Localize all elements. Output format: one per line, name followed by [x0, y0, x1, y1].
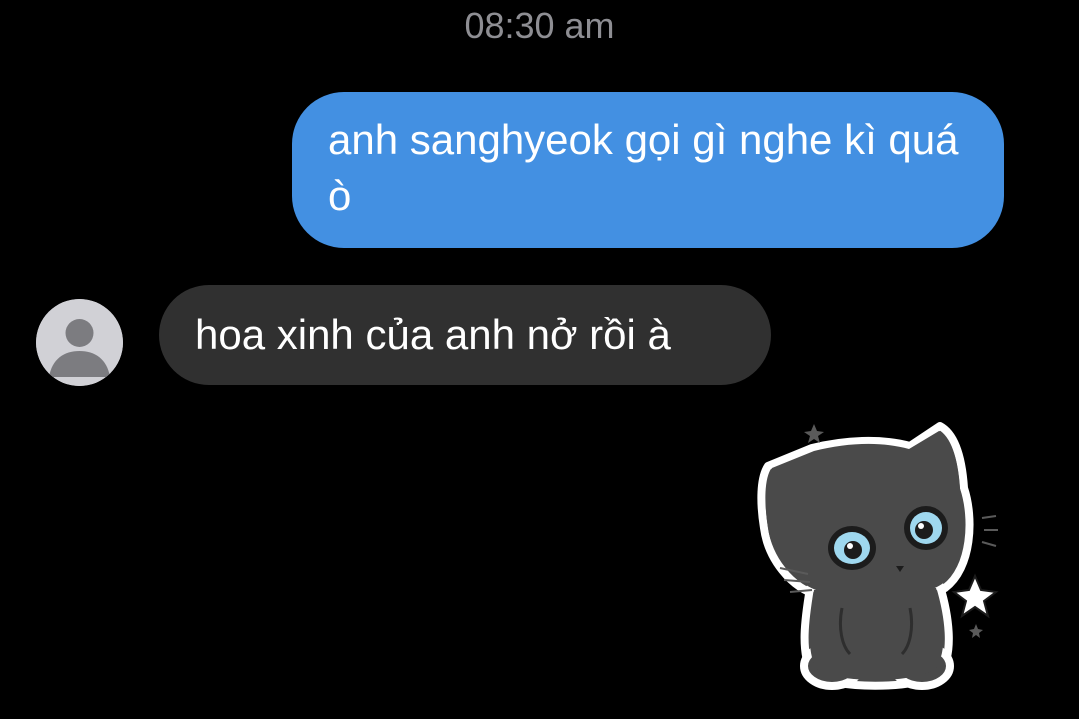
contact-avatar[interactable]: [36, 299, 123, 386]
default-avatar-icon: [36, 299, 123, 386]
message-timestamp: 08:30 am: [464, 5, 615, 46]
cat-sticker-icon: [757, 422, 999, 690]
black-cat-sticker[interactable]: [750, 418, 1010, 693]
outgoing-message-text: anh sanghyeok gọi gì nghe kì quá ò: [328, 116, 959, 219]
incoming-message-text: hoa xinh của anh nở rồi à: [195, 311, 671, 358]
outgoing-message-bubble[interactable]: anh sanghyeok gọi gì nghe kì quá ò: [292, 92, 1004, 248]
incoming-message-bubble[interactable]: hoa xinh của anh nở rồi à: [159, 285, 771, 385]
